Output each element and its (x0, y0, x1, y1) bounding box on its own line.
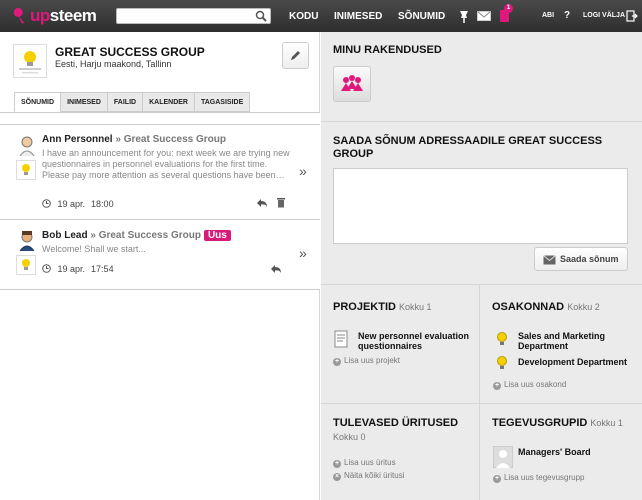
pin-icon[interactable] (458, 10, 470, 23)
activity-groups-title: TEGEVUSGRUPID Kokku 1 (492, 417, 623, 429)
group-location: Eesti, Harju maakond, Tallinn (55, 59, 172, 69)
message-author[interactable]: Ann Personnel (42, 134, 113, 145)
search-input[interactable] (120, 9, 255, 23)
departments-title: OSAKONNAD Kokku 2 (492, 301, 600, 313)
top-bar: upsteem KODU INIMESED SÕNUMID 1 ABI ? LO… (0, 0, 642, 32)
clock-icon (42, 264, 51, 273)
group-tabs: SÕNUMID INIMESED FAILID KALENDER TAGASIS… (14, 92, 251, 112)
department-item[interactable]: Development Department (518, 357, 633, 367)
send-message-button[interactable]: Saada sõnum (534, 247, 628, 271)
group-small-icon (16, 160, 36, 180)
search-box (116, 8, 271, 24)
lightbulb-logo-icon (19, 51, 41, 74)
pin-logo-icon (13, 7, 25, 24)
pencil-icon (291, 51, 300, 60)
tab-calendar[interactable]: KALENDER (143, 92, 195, 112)
events-title: TULEVASED ÜRITUSED (333, 417, 459, 429)
message-time: 19 apr. 18:00 (42, 199, 114, 209)
trash-icon[interactable] (276, 196, 286, 208)
nav-home[interactable]: KODU (289, 11, 318, 22)
add-event-link[interactable]: + Lisa uus üritus (333, 458, 396, 468)
left-column: GREAT SUCCESS GROUP Eesti, Harju maakond… (0, 32, 320, 500)
avatar (19, 136, 35, 156)
message-item[interactable]: Ann Personnel » Great Success Group I ha… (0, 125, 320, 220)
tab-messages[interactable]: SÕNUMID (14, 92, 62, 112)
group-logo (13, 44, 47, 78)
right-column: MINU RAKENDUSED SAADA SÕNUM ADRESSAADILE… (321, 32, 642, 500)
clock-icon (42, 199, 51, 208)
tab-pane-top (0, 113, 320, 125)
notification-badge: 1 (504, 4, 513, 13)
close-circle-icon: × (333, 473, 341, 481)
logout-link[interactable]: LOGI VÄLJA (583, 12, 625, 19)
activity-group-item[interactable]: Managers' Board (518, 447, 633, 457)
lightbulb-icon (22, 164, 30, 175)
mail-icon (543, 255, 556, 265)
message-header: Ann Personnel » Great Success Group (42, 134, 226, 145)
search-icon[interactable] (255, 10, 267, 22)
message-header: Bob Lead » Great Success Group Uus (42, 230, 231, 241)
plus-icon: + (493, 475, 501, 483)
mail-icon[interactable] (477, 11, 491, 21)
message-time: 19 apr. 17:54 (42, 264, 114, 274)
group-avatar-icon (493, 446, 513, 468)
avatar (19, 231, 35, 251)
tab-feedback[interactable]: TAGASISIDE (194, 92, 251, 112)
add-department-link[interactable]: + Lisa uus osakond (493, 380, 566, 390)
tab-people[interactable]: INIMESED (61, 92, 108, 112)
logo-text: upsteem (30, 6, 97, 25)
department-item[interactable]: Sales and Marketing Department (518, 331, 633, 351)
new-badge: Uus (203, 230, 231, 241)
projects-count: Kokku 1 (399, 302, 432, 312)
message-author[interactable]: Bob Lead (42, 230, 88, 241)
send-message-label: Saada sõnum (560, 254, 619, 264)
send-message-title: SAADA SÕNUM ADRESSAADILE GREAT SUCCESS G… (333, 135, 603, 160)
events-count: Kokku 0 (333, 432, 366, 442)
logout-icon[interactable] (626, 10, 638, 22)
document-icon (334, 330, 348, 348)
departments-count: Kokku 2 (567, 302, 600, 312)
message-item[interactable]: Bob Lead » Great Success Group Uus Welcom… (0, 220, 320, 290)
nav-people[interactable]: INIMESED (334, 11, 382, 22)
more-arrow[interactable]: » (299, 245, 307, 261)
plus-icon: + (333, 460, 341, 468)
add-project-link[interactable]: + Lisa uus projekt (333, 356, 400, 366)
message-textarea[interactable] (333, 168, 628, 244)
my-apps-section: MINU RAKENDUSED (321, 32, 642, 122)
plus-icon: + (333, 358, 341, 366)
projects-title: PROJEKTID Kokku 1 (333, 301, 432, 313)
message-group[interactable]: Great Success Group (124, 134, 226, 145)
project-item[interactable]: New personnel evaluation questionnaires (358, 331, 473, 351)
reply-icon[interactable] (256, 198, 268, 208)
plus-icon: + (493, 382, 501, 390)
people-icon (341, 75, 363, 91)
nav-messages[interactable]: SÕNUMID (398, 11, 445, 22)
help-icon[interactable]: ? (564, 10, 570, 21)
lightbulb-icon (22, 259, 30, 270)
message-body: Welcome! Shall we start... (42, 244, 146, 254)
reply-icon[interactable] (270, 264, 282, 274)
message-group[interactable]: Great Success Group (99, 230, 201, 241)
group-app-icon[interactable] (333, 66, 371, 102)
edit-group-button[interactable] (282, 42, 309, 69)
more-arrow[interactable]: » (299, 163, 307, 179)
help-link[interactable]: ABI (542, 12, 554, 19)
group-small-icon (16, 255, 36, 275)
lightbulb-icon (497, 356, 507, 369)
lightbulb-icon (497, 332, 507, 345)
my-apps-title: MINU RAKENDUSED (333, 44, 442, 56)
activity-groups-count: Kokku 1 (590, 418, 623, 428)
tab-files[interactable]: FAILID (107, 92, 144, 112)
add-activity-group-link[interactable]: + Lisa uus tegevusgrupp (493, 473, 585, 483)
logo[interactable]: upsteem (12, 5, 97, 27)
show-all-events-link[interactable]: × Näita kõiki üritusi (333, 471, 404, 481)
group-name: GREAT SUCCESS GROUP (55, 45, 205, 59)
message-body: I have an announcement for you: next wee… (42, 148, 290, 180)
